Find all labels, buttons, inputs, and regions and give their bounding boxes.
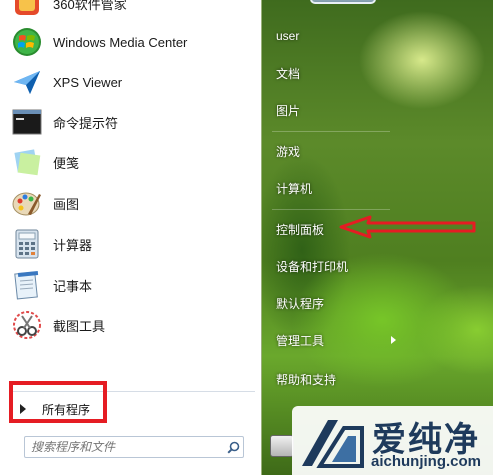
program-label: 画图 [53,196,80,212]
right-item-computer[interactable]: 计算机 [276,177,312,199]
right-item-documents[interactable]: 文档 [276,62,300,84]
red-arrow-icon [339,215,476,239]
command-prompt-icon [10,107,44,137]
program-label: 360软件管家 [53,0,127,12]
right-item-label: 管理工具 [276,333,325,348]
program-item-sticky-notes[interactable]: 便笺 [10,145,255,179]
right-item-devices-printers[interactable]: 设备和打印机 [276,255,348,277]
sticky-notes-icon [10,147,44,177]
program-item-command-prompt[interactable]: 命令提示符 [10,105,255,139]
divider [272,209,390,210]
search-box[interactable] [24,436,244,458]
all-programs-button[interactable]: 所有程序 [14,396,244,422]
search-input[interactable] [25,439,223,455]
aichunjing-logo-icon [302,420,364,468]
windows-media-center-icon [10,27,44,57]
right-item-default-programs[interactable]: 默认程序 [276,292,324,314]
right-item-label: 设备和打印机 [276,259,349,274]
right-item-label: 游戏 [276,144,301,159]
search-icon[interactable] [223,437,243,457]
xps-viewer-icon [10,67,44,97]
right-item-games[interactable]: 游戏 [276,140,300,162]
user-avatar[interactable] [310,0,376,4]
right-item-admin-tools[interactable]: 管理工具 [276,329,324,351]
right-item-user[interactable]: user [276,25,299,47]
snipping-tool-icon [10,310,44,340]
program-label: 截图工具 [53,318,106,334]
divider [272,131,390,132]
program-item-windows-media-center[interactable]: Windows Media Center [10,25,255,59]
divider [10,391,255,392]
notepad-icon [10,270,44,300]
all-programs-label: 所有程序 [42,402,91,417]
triangle-right-icon [20,404,26,414]
watermark: 爱纯净 aichunjing.com [292,406,493,475]
paint-icon [10,188,44,218]
right-item-label: 计算机 [276,181,313,196]
watermark-url: aichunjing.com [371,453,482,470]
right-item-label: 控制面板 [276,222,325,237]
program-label: 计算器 [53,237,93,253]
submenu-arrow-icon [391,336,396,344]
program-label: XPS Viewer [53,74,123,90]
right-item-label: 文档 [276,66,301,81]
right-item-label: 帮助和支持 [276,372,337,387]
program-item-paint[interactable]: 画图 [10,186,255,220]
right-item-control-panel[interactable]: 控制面板 [276,218,324,240]
right-item-label: 默认程序 [276,296,325,311]
program-item-notepad[interactable]: 记事本 [10,268,255,302]
right-item-label: 图片 [276,103,301,118]
program-label: 便笺 [53,155,80,171]
calculator-icon [10,229,44,259]
right-item-label: user [276,29,300,43]
program-item-calculator[interactable]: 计算器 [10,227,255,261]
right-item-help-support[interactable]: 帮助和支持 [276,368,336,390]
shutdown-button[interactable] [270,435,294,457]
start-menu-programs-pane: 360软件管家 Windows Media Center XPS Viewer [0,0,262,475]
360-software-manager-icon [10,0,44,18]
program-item-360-software-manager[interactable]: 360软件管家 [10,0,255,20]
program-item-snipping-tool[interactable]: 截图工具 [10,308,255,342]
right-item-pictures[interactable]: 图片 [276,99,300,121]
program-label: 记事本 [53,278,93,294]
program-item-xps-viewer[interactable]: XPS Viewer [10,65,255,99]
program-label: 命令提示符 [53,115,119,131]
program-label: Windows Media Center [53,34,188,50]
